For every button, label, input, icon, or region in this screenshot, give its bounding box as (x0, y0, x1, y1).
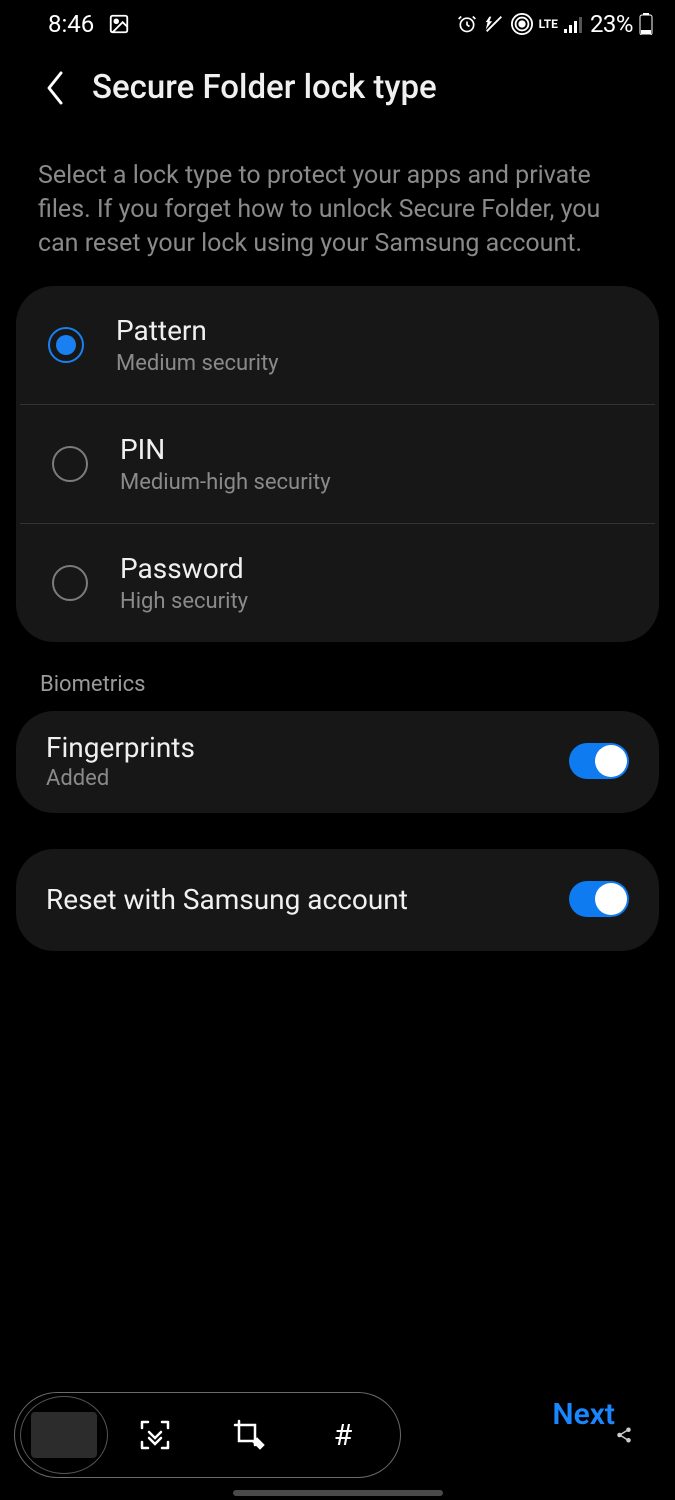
option-subtitle: High security (120, 589, 248, 614)
vibrate-icon (483, 13, 505, 35)
home-indicator[interactable] (233, 1490, 443, 1496)
share-button[interactable] (615, 1426, 655, 1444)
status-time: 8:46 (48, 10, 94, 38)
battery-percentage: 23% (590, 10, 633, 38)
page-title: Secure Folder lock type (92, 68, 437, 107)
crop-edit-button[interactable] (202, 1395, 296, 1475)
screenshot-toolbar: # (14, 1392, 401, 1478)
lock-options-card: Pattern Medium security PIN Medium-high … (16, 286, 659, 642)
option-title: Pattern (116, 314, 279, 347)
radio-password[interactable] (52, 565, 88, 601)
status-left: 8:46 (48, 10, 130, 38)
status-bar: 8:46 LTE 23% (0, 0, 675, 42)
option-subtitle: Medium security (116, 351, 279, 376)
option-title: PIN (120, 433, 331, 466)
tag-button[interactable]: # (296, 1395, 390, 1475)
reset-title: Reset with Samsung account (46, 883, 408, 916)
hotspot-icon (511, 13, 533, 35)
next-button[interactable]: Next (552, 1397, 615, 1432)
scroll-capture-button[interactable] (108, 1395, 202, 1475)
battery-icon (639, 13, 653, 35)
reset-row[interactable]: Reset with Samsung account (16, 849, 659, 951)
lte-indicator: LTE (539, 18, 558, 30)
screenshot-thumbnail[interactable] (20, 1396, 108, 1474)
reset-toggle[interactable] (569, 881, 629, 917)
option-subtitle: Medium-high security (120, 470, 331, 495)
radio-pattern[interactable] (48, 327, 84, 363)
fingerprints-title: Fingerprints (46, 731, 195, 764)
option-title: Password (120, 552, 248, 585)
option-password[interactable]: Password High security (20, 523, 655, 642)
reset-card: Reset with Samsung account (16, 849, 659, 951)
app-bar: Secure Folder lock type (0, 42, 675, 137)
alarm-icon (457, 14, 477, 34)
description-text: Select a lock type to protect your apps … (16, 137, 659, 286)
signal-icon (564, 15, 584, 33)
back-icon[interactable] (42, 69, 68, 107)
biometrics-card: Fingerprints Added (16, 711, 659, 813)
status-right: LTE 23% (457, 10, 653, 38)
fingerprints-row[interactable]: Fingerprints Added (16, 711, 659, 813)
radio-pin[interactable] (52, 446, 88, 482)
fingerprints-subtitle: Added (46, 766, 195, 791)
content-area: Select a lock type to protect your apps … (0, 137, 675, 951)
biometrics-header: Biometrics (16, 642, 659, 711)
picture-icon (108, 13, 130, 35)
option-pin[interactable]: PIN Medium-high security (20, 404, 655, 523)
fingerprints-toggle[interactable] (569, 743, 629, 779)
option-pattern[interactable]: Pattern Medium security (16, 286, 659, 404)
